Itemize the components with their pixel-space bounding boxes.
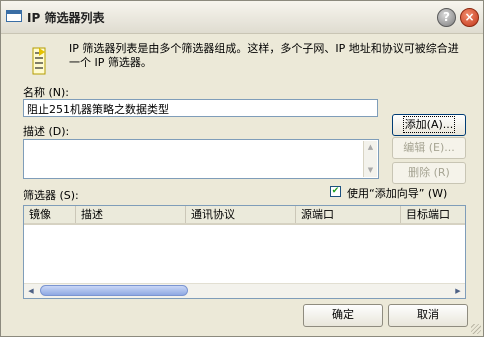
column-header-protocol[interactable]: 通讯协议 xyxy=(186,206,296,223)
column-header-dest-port[interactable]: 目标端口 xyxy=(401,206,465,223)
name-label: 名称 (N): xyxy=(23,86,70,99)
add-button-label: 添加(A)... xyxy=(402,116,456,133)
column-header-mirror[interactable]: 镜像 xyxy=(24,206,76,223)
delete-button[interactable]: 删除 (R) xyxy=(392,162,466,184)
cancel-button[interactable]: 取消 xyxy=(388,304,468,327)
ip-filter-list-dialog: IP 筛选器列表 ? × IP 筛选器列表是由多个筛选器组成。这样，多个子网、I… xyxy=(0,0,484,337)
scroll-down-icon[interactable]: ▼ xyxy=(364,164,377,177)
add-button[interactable]: 添加(A)... xyxy=(392,114,466,136)
edit-button[interactable]: 编辑 (E)... xyxy=(392,137,466,159)
filters-label: 筛选器 (S): xyxy=(23,189,79,202)
name-input[interactable]: 阻止251机器策略之数据类型 xyxy=(23,99,378,117)
close-button[interactable]: × xyxy=(460,8,479,27)
resize-grip[interactable] xyxy=(471,324,481,334)
filters-table[interactable]: 镜像 描述 通讯协议 源端口 目标端口 ◀ ▶ xyxy=(23,205,466,299)
window-title: IP 筛选器列表 xyxy=(27,11,105,25)
description-scrollbar[interactable]: ▲ ▼ xyxy=(363,141,377,177)
table-header: 镜像 描述 通讯协议 源端口 目标端口 xyxy=(24,206,465,225)
scroll-thumb[interactable] xyxy=(40,285,188,296)
column-header-description[interactable]: 描述 xyxy=(76,206,186,223)
description-textarea[interactable]: ▲ ▼ xyxy=(23,139,379,179)
column-header-source-port[interactable]: 源端口 xyxy=(296,206,401,223)
scroll-left-icon[interactable]: ◀ xyxy=(24,284,38,298)
intro-text: IP 筛选器列表是由多个筛选器组成。这样，多个子网、IP 地址和协议可被综合进一… xyxy=(69,42,459,69)
filter-list-icon xyxy=(32,47,46,75)
window-icon xyxy=(6,10,22,22)
ok-button[interactable]: 确定 xyxy=(303,304,383,327)
title-bar[interactable]: IP 筛选器列表 ? × xyxy=(1,1,483,34)
scroll-right-icon[interactable]: ▶ xyxy=(451,284,465,298)
description-label: 描述 (D): xyxy=(23,125,70,138)
scroll-up-icon[interactable]: ▲ xyxy=(364,141,377,154)
use-wizard-label[interactable]: 使用“添加向导” (W) xyxy=(347,185,447,201)
use-wizard-checkbox[interactable]: ✔ xyxy=(330,186,341,197)
help-button[interactable]: ? xyxy=(437,8,456,27)
table-horizontal-scrollbar[interactable]: ◀ ▶ xyxy=(24,283,465,298)
